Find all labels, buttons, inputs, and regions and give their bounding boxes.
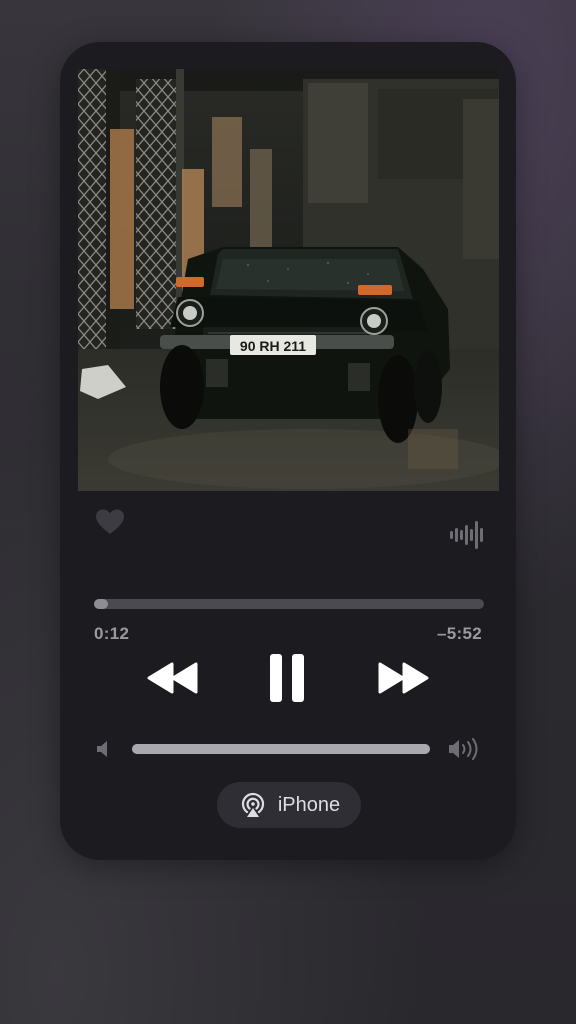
pause-icon xyxy=(270,654,304,702)
fast-forward-icon xyxy=(378,662,429,694)
volume-min-indicator xyxy=(96,740,112,763)
audio-output-button[interactable]: iPhone xyxy=(217,782,361,828)
pause-button[interactable] xyxy=(268,652,308,704)
volume-max-indicator xyxy=(448,738,482,765)
rewind-button[interactable] xyxy=(146,660,200,696)
rewind-icon xyxy=(147,662,198,694)
elapsed-time: 0:12 xyxy=(94,624,130,643)
remaining-time: –5:52 xyxy=(437,624,482,643)
audio-quality-button[interactable] xyxy=(449,520,485,550)
playback-progress-fill xyxy=(94,599,108,609)
album-artwork[interactable]: 90 RH 211 xyxy=(78,69,499,491)
audio-output-label: iPhone xyxy=(277,793,341,816)
license-plate-text: 90 RH 211 xyxy=(240,338,306,354)
playback-scrubber[interactable] xyxy=(94,599,484,609)
now-playing-card: 90 RH 211 0:12 –5:52 iPhone xyxy=(60,42,516,860)
airplay-audio-icon xyxy=(241,792,264,817)
volume-level-fill xyxy=(132,744,430,754)
love-button[interactable] xyxy=(95,508,125,536)
speaker-high-icon xyxy=(449,738,478,760)
album-artwork-image: 90 RH 211 xyxy=(78,69,499,491)
heart-icon xyxy=(96,509,124,534)
volume-slider[interactable] xyxy=(132,744,430,754)
waveform-icon xyxy=(450,521,483,549)
speaker-low-icon xyxy=(97,741,107,757)
fast-forward-button[interactable] xyxy=(376,660,430,696)
